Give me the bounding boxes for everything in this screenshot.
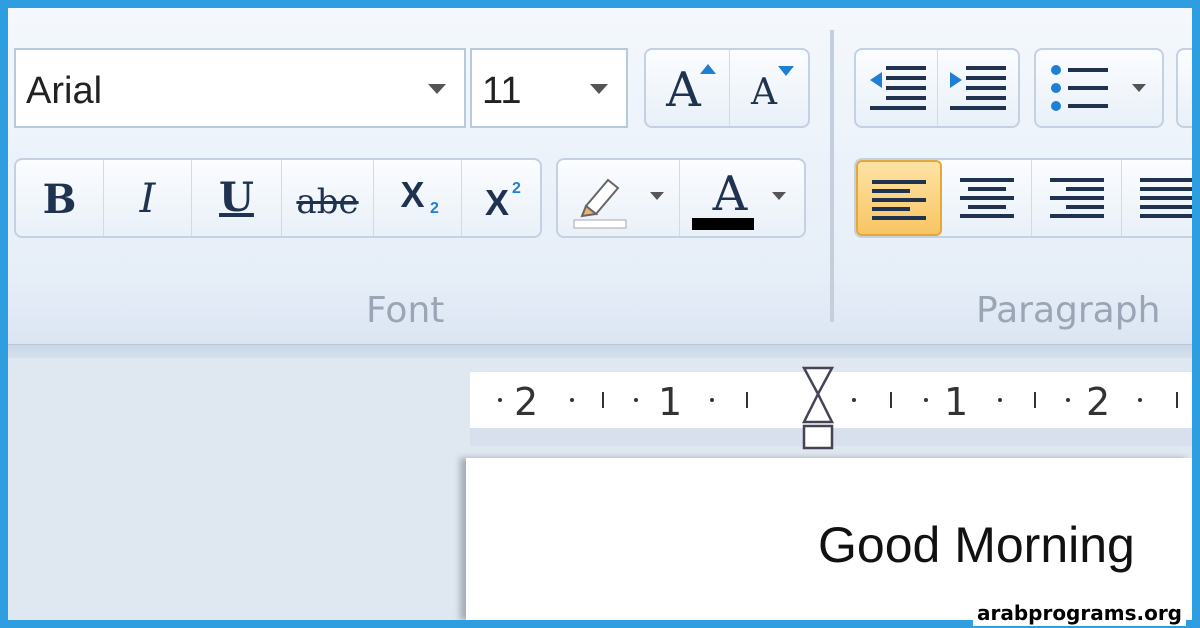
font-color-button[interactable]: A	[680, 160, 804, 236]
indent-marker-icon[interactable]	[800, 364, 836, 454]
font-group-label: Font	[366, 290, 445, 331]
document-text[interactable]: Good Morning	[818, 516, 1135, 574]
ribbon-border	[8, 344, 1192, 358]
superscript-button[interactable]: X 2	[462, 160, 540, 236]
ruler-label: 2	[1086, 380, 1111, 424]
group-separator	[830, 30, 834, 322]
bold-icon: B	[42, 176, 77, 223]
subscript-icon: X	[400, 174, 425, 215]
italic-button[interactable]: I	[104, 160, 192, 236]
font-size-value: 11	[482, 70, 522, 112]
underline-icon: U	[219, 174, 254, 221]
align-left-button[interactable]	[856, 160, 942, 236]
arrow-down-icon	[778, 66, 794, 76]
chevron-down-icon[interactable]	[772, 192, 786, 200]
bullets-group	[1034, 48, 1164, 128]
increase-indent-icon	[950, 66, 1006, 110]
align-left-icon	[872, 180, 926, 220]
align-center-button[interactable]	[942, 160, 1032, 236]
highlighter-icon	[573, 178, 627, 229]
bullets-button[interactable]	[1036, 50, 1162, 126]
grow-font-button[interactable]: A	[646, 50, 730, 126]
ribbon: Arial 11 A A B I U abe X 2 X 2 A Font Pa…	[8, 8, 1192, 344]
align-right-button[interactable]	[1032, 160, 1122, 236]
numbering-group-partial	[1176, 48, 1192, 128]
increase-indent-button[interactable]	[938, 50, 1018, 126]
strikethrough-button[interactable]: abe	[282, 160, 374, 236]
subscript-button[interactable]: X 2	[374, 160, 462, 236]
font-color-swatch	[692, 218, 754, 230]
justify-icon	[1140, 178, 1192, 218]
shrink-font-icon: A	[751, 72, 777, 113]
strikethrough-icon: abe	[296, 182, 359, 222]
subscript-digit: 2	[430, 200, 439, 217]
alignment-group	[854, 158, 1192, 238]
font-name-value: Arial	[26, 70, 103, 112]
justify-button[interactable]	[1122, 160, 1192, 236]
watermark: arabprograms.org	[972, 600, 1186, 626]
ruler-label: 1	[658, 380, 683, 424]
chevron-down-icon[interactable]	[590, 84, 608, 94]
superscript-digit: 2	[512, 180, 521, 197]
ruler-label: 1	[944, 380, 969, 424]
chevron-down-icon[interactable]	[428, 84, 446, 94]
align-center-icon	[960, 178, 1014, 218]
italic-icon: I	[139, 176, 156, 222]
app-window: Arial 11 A A B I U abe X 2 X 2 A Font Pa…	[8, 8, 1192, 620]
bullet-list-icon	[1051, 65, 1108, 111]
indent-buttons-group	[854, 48, 1020, 128]
font-size-step-group: A A	[644, 48, 810, 128]
shrink-font-button[interactable]: A	[730, 50, 808, 126]
ruler-label: 2	[514, 380, 539, 424]
font-name-combo[interactable]: Arial	[14, 48, 466, 128]
font-size-combo[interactable]: 11	[470, 48, 628, 128]
align-right-icon	[1050, 178, 1104, 218]
chevron-down-icon[interactable]	[1132, 84, 1146, 92]
arrow-up-icon	[700, 64, 716, 74]
document-page[interactable]: Good Morning	[466, 458, 1192, 620]
superscript-icon: X	[484, 182, 509, 223]
bold-button[interactable]: B	[16, 160, 104, 236]
format-buttons-group: B I U abe X 2 X 2	[14, 158, 542, 238]
decrease-indent-icon	[870, 66, 926, 110]
underline-button[interactable]: U	[192, 160, 282, 236]
paragraph-group-label: Paragraph	[976, 290, 1161, 331]
decrease-indent-button[interactable]	[856, 50, 938, 126]
color-buttons-group: A	[556, 158, 806, 238]
